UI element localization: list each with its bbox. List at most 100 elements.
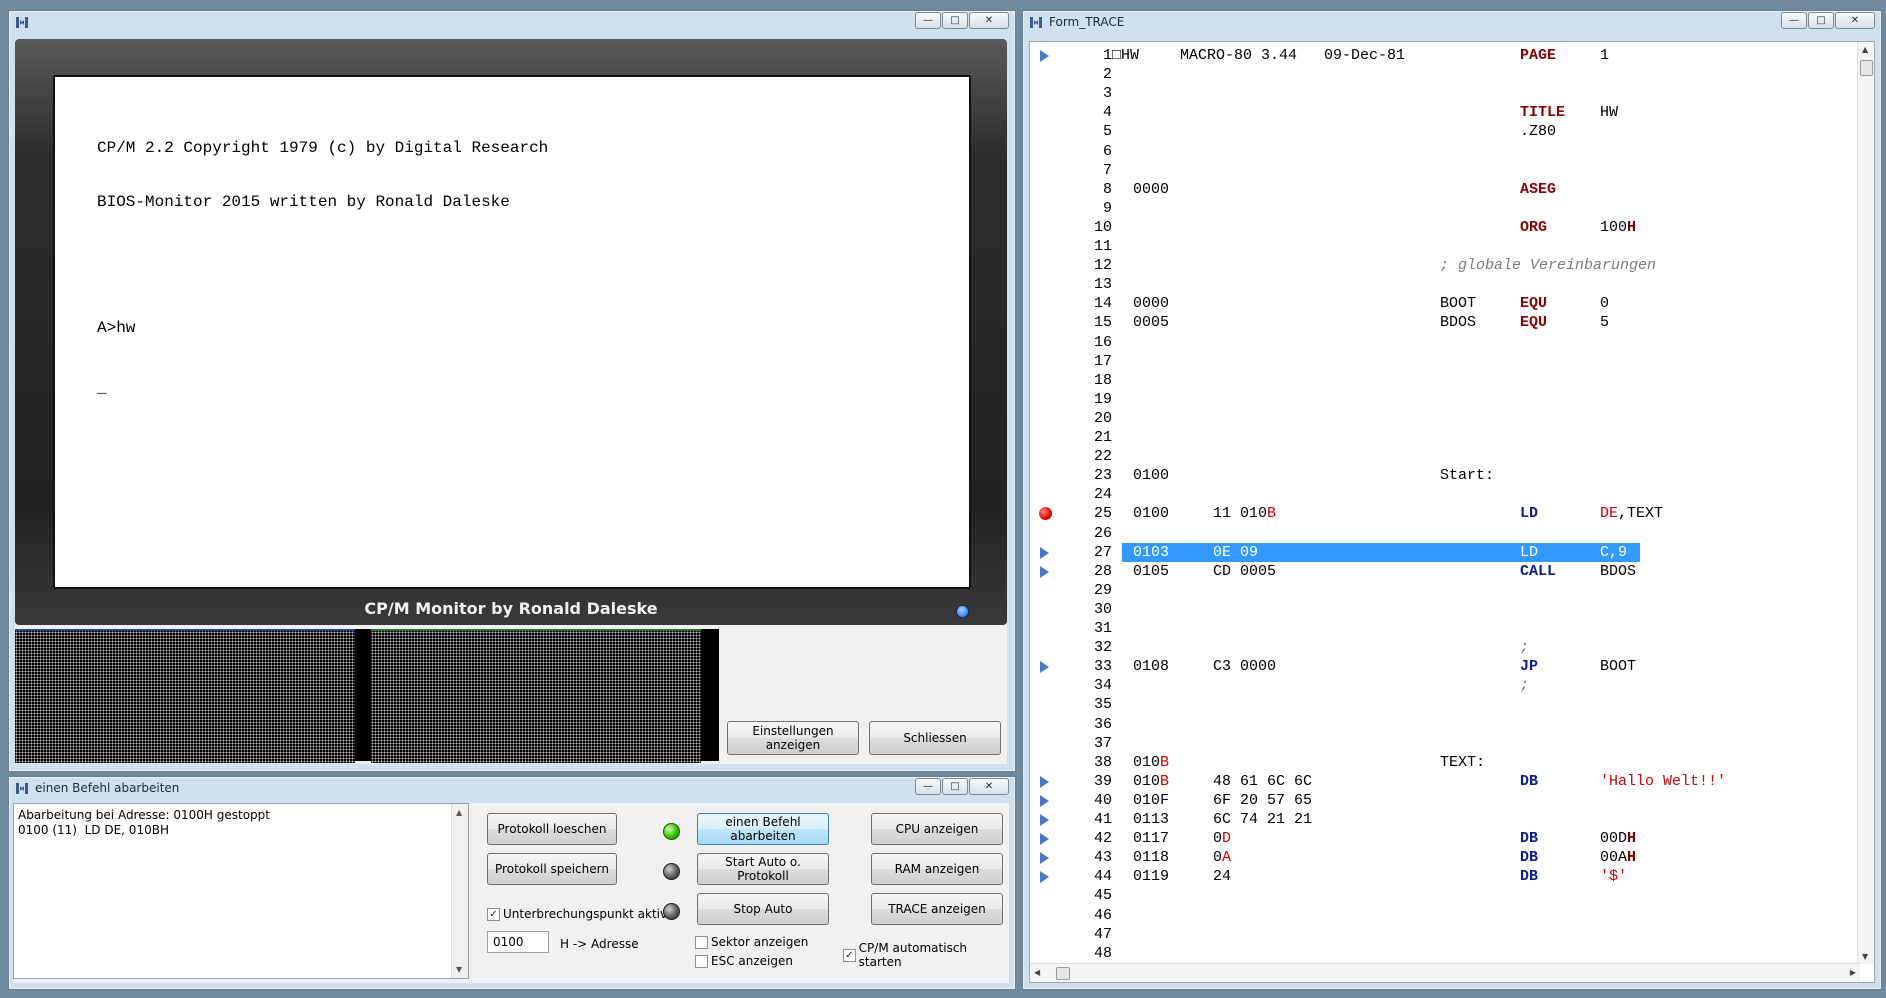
minimize-icon[interactable]: — [915, 778, 941, 795]
code-line[interactable]: 3 [1030, 84, 1860, 103]
code-line[interactable]: 45 [1030, 886, 1860, 905]
code-line[interactable]: 1 □HW MACRO-80 3.44 09-Dec-81 PAGE 1 [1030, 46, 1860, 65]
scroll-thumb[interactable] [1860, 60, 1873, 76]
scroll-down-icon[interactable]: ▼ [1862, 952, 1868, 961]
code-line[interactable]: 30 [1030, 600, 1860, 619]
log-scrollbar[interactable]: ▲ ▼ [451, 804, 468, 978]
code-line[interactable]: 17 [1030, 352, 1860, 371]
code-line[interactable]: 4 TITLE HW [1030, 103, 1860, 122]
autostart-checkbox[interactable]: ✓ CP/M automatisch starten [843, 941, 1009, 969]
step-button[interactable]: einen Befehl abarbeiten [697, 813, 829, 845]
clear-log-button[interactable]: Protokoll loeschen [487, 813, 617, 845]
save-log-button[interactable]: Protokoll speichern [487, 853, 617, 885]
cpu-button[interactable]: CPU anzeigen [871, 813, 1003, 845]
trace-marker-icon[interactable] [1040, 50, 1049, 62]
code-line[interactable]: 29 [1030, 581, 1860, 600]
code-line[interactable]: 10 ORG 100H [1030, 218, 1860, 237]
address-input[interactable]: 0100 [487, 931, 549, 953]
code-line[interactable]: 33 0108 C3 0000 JP BOOT [1030, 657, 1860, 676]
code-line[interactable]: 43 0118 0A DB 00AH [1030, 848, 1860, 867]
close-icon[interactable]: ✕ [969, 778, 1009, 795]
code-line[interactable]: 25 0100 11 010B LD DE,TEXT [1030, 504, 1860, 523]
settings-button[interactable]: Einstellungen anzeigen [727, 721, 859, 755]
trace-marker-icon[interactable] [1040, 775, 1049, 788]
code-line[interactable]: 24 [1030, 485, 1860, 504]
scroll-up-icon[interactable]: ▲ [456, 808, 462, 817]
maximize-icon[interactable]: □ [1808, 12, 1834, 29]
code-line[interactable]: 44 0119 24 DB '$' [1030, 867, 1860, 886]
trace-titlebar[interactable]: Form_TRACE — □ ✕ [1023, 11, 1881, 33]
code-line[interactable]: 9 [1030, 199, 1860, 218]
log-textbox[interactable]: Abarbeitung bei Adresse: 0100H gestoppt … [13, 803, 469, 979]
code-line[interactable]: 16 [1030, 333, 1860, 352]
code-line[interactable]: 14 0000 BOOT EQU 0 [1030, 294, 1860, 313]
scroll-up-icon[interactable]: ▲ [1862, 45, 1868, 54]
code-line[interactable]: 8 0000 ASEG [1030, 180, 1860, 199]
code-line[interactable]: 32; [1030, 638, 1860, 657]
trace-marker-icon[interactable] [1040, 661, 1049, 674]
sector-checkbox[interactable]: Sektor anzeigen [695, 935, 808, 949]
code-line[interactable]: 21 [1030, 428, 1860, 447]
code-line[interactable]: 12 ; globale Vereinbarungen [1030, 256, 1860, 275]
breakpoint-icon[interactable] [1039, 507, 1052, 521]
code-line[interactable]: 34; [1030, 676, 1860, 695]
code-line[interactable]: 40 010F 6F 20 57 65 [1030, 791, 1860, 810]
close-monitor-button[interactable]: Schliessen [869, 721, 1001, 755]
code-line[interactable]: 47 [1030, 925, 1860, 944]
scroll-down-icon[interactable]: ▼ [456, 965, 462, 974]
code-line[interactable]: 28 0105 CD 0005 CALL BDOS [1030, 562, 1860, 581]
trace-button[interactable]: TRACE anzeigen [871, 893, 1003, 925]
trace-marker-icon[interactable] [1040, 871, 1049, 884]
code-line[interactable]: 22 [1030, 447, 1860, 466]
trace-editor[interactable]: 1 □HW MACRO-80 3.44 09-Dec-81 PAGE 1 2 3 4 TITLE… [1029, 41, 1875, 983]
ram-button[interactable]: RAM anzeigen [871, 853, 1003, 885]
vertical-scrollbar[interactable]: ▲ ▼ [1857, 42, 1874, 964]
code-line[interactable]: 5 .Z80 [1030, 122, 1860, 141]
code-line[interactable]: 6 [1030, 142, 1860, 161]
code-line[interactable]: 2 [1030, 65, 1860, 84]
trace-marker-icon[interactable] [1040, 546, 1049, 559]
code-line[interactable]: 18 [1030, 371, 1860, 390]
code-line[interactable]: 35 [1030, 695, 1860, 714]
code-line[interactable]: 26 [1030, 524, 1860, 543]
close-icon[interactable]: ✕ [1835, 12, 1875, 29]
maximize-icon[interactable]: □ [942, 12, 968, 29]
scroll-right-icon[interactable]: ▶ [1850, 968, 1856, 977]
stop-auto-button[interactable]: Stop Auto [697, 893, 829, 925]
code-line[interactable]: 41 0113 6C 74 21 21 [1030, 810, 1860, 829]
code-line[interactable]: 36 [1030, 715, 1860, 734]
code-line[interactable]: 27 0103 0E 09 LD C,9 [1030, 542, 1860, 562]
breakpoint-checkbox[interactable]: ✓ Unterbrechungspunkt aktiv [487, 907, 667, 921]
monitor-titlebar[interactable]: — □ ✕ [9, 11, 1015, 33]
code-line[interactable]: 19 [1030, 390, 1860, 409]
code-line[interactable]: 23 0100 Start: [1030, 466, 1860, 485]
crt-screen[interactable]: CP/M 2.2 Copyright 1979 (c) by Digital R… [53, 75, 971, 589]
code-line[interactable]: 37 [1030, 734, 1860, 753]
code-line[interactable]: 13 [1030, 275, 1860, 294]
maximize-icon[interactable]: □ [942, 778, 968, 795]
code-line[interactable]: 39 010B 48 61 6C 6C DB 'Hallo Welt!!' [1030, 772, 1860, 791]
minimize-icon[interactable]: — [1781, 12, 1807, 29]
hscroll-thumb[interactable] [1056, 967, 1070, 980]
trace-marker-icon[interactable] [1040, 852, 1049, 865]
close-icon[interactable]: ✕ [969, 12, 1009, 29]
code-line[interactable]: 48 [1030, 944, 1860, 963]
code-line[interactable]: 15 0005 BDOS EQU 5 [1030, 313, 1860, 332]
code-line[interactable]: 38 010B TEXT: [1030, 753, 1860, 772]
step-titlebar[interactable]: einen Befehl abarbeiten — □ ✕ [9, 777, 1015, 799]
trace-marker-icon[interactable] [1040, 814, 1049, 826]
code-line[interactable]: 31 [1030, 619, 1860, 638]
code-line[interactable]: 20 [1030, 409, 1860, 428]
code-line[interactable]: 7 [1030, 161, 1860, 180]
code-line[interactable]: 11 [1030, 237, 1860, 256]
minimize-icon[interactable]: — [915, 12, 941, 29]
trace-marker-icon[interactable] [1040, 794, 1049, 807]
trace-marker-icon[interactable] [1040, 565, 1049, 578]
code-line[interactable]: 42 0117 0D DB 00DH [1030, 829, 1860, 848]
trace-marker-icon[interactable] [1040, 833, 1049, 846]
start-auto-button[interactable]: Start Auto o. Protokoll [697, 853, 829, 885]
scroll-left-icon[interactable]: ◀ [1034, 968, 1040, 977]
code-line[interactable]: 46 [1030, 906, 1860, 925]
esc-checkbox[interactable]: ESC anzeigen [695, 954, 793, 968]
horizontal-scrollbar[interactable]: ◀ ▶ [1030, 963, 1860, 982]
